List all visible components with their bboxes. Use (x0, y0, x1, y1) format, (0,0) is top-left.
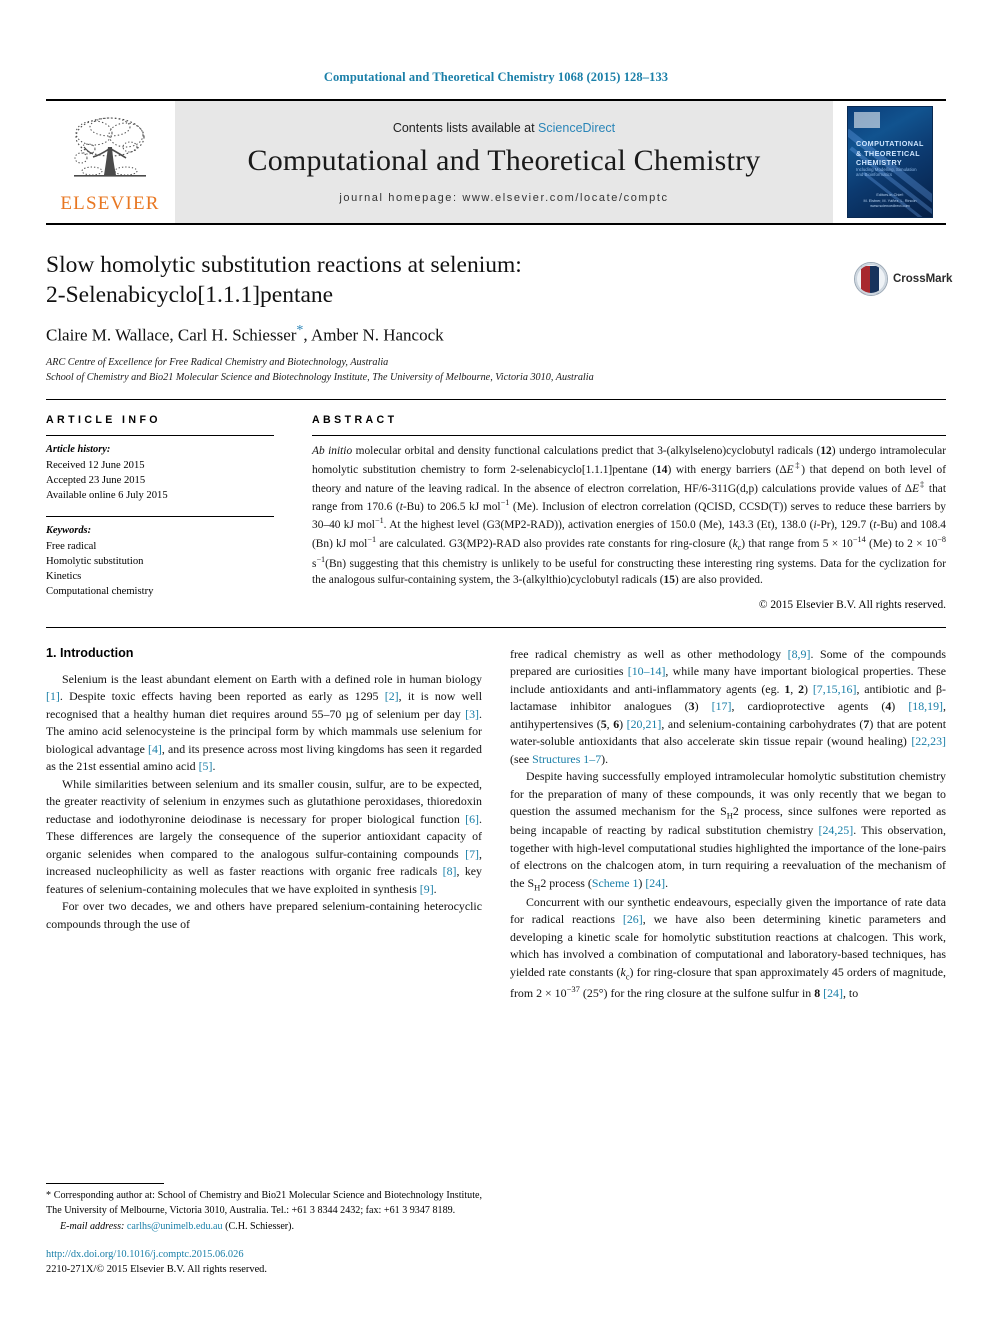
contents-available-line: Contents lists available at ScienceDirec… (393, 121, 615, 135)
citation-link[interactable]: [5] (199, 759, 213, 773)
cover-title: COMPUTATIONAL & THEORETICAL CHEMISTRY (856, 139, 924, 168)
abstract-heading: ABSTRACT (312, 414, 398, 427)
abstract-column: ABSTRACT Ab initio molecular orbital and… (296, 414, 946, 611)
keyword-item: Computational chemistry (46, 586, 154, 598)
paragraph: Selenium is the least abundant element o… (46, 671, 482, 774)
citation-link[interactable]: [26] (623, 912, 643, 926)
footnote-divider (46, 1183, 164, 1185)
figure-link[interactable]: Structures 1–7 (532, 752, 601, 766)
masthead-right: COMPUTATIONAL & THEORETICAL CHEMISTRY In… (834, 101, 946, 223)
citation-link[interactable]: [7,15,16] (813, 682, 857, 696)
corresponding-author-note: * Corresponding author at: School of Che… (46, 1190, 482, 1216)
citation-link[interactable]: [24,25] (819, 823, 854, 837)
email-link[interactable]: carlhs@unimelb.edu.au (127, 1221, 223, 1232)
keywords-label: Keywords: (46, 525, 92, 537)
publisher-logo: ELSEVIER (46, 101, 174, 223)
cover-footer: Editors-in-Chief: M. Elstner, M. Yáñez, … (863, 192, 917, 209)
journal-homepage[interactable]: journal homepage: www.elsevier.com/locat… (339, 192, 668, 204)
contents-prefix: Contents lists available at (392, 120, 539, 135)
article-title-block: CrossMark Slow homolytic substitution re… (46, 251, 952, 386)
citation-link[interactable]: [20,21] (627, 717, 662, 731)
body-columns: 1. Introduction Selenium is the least ab… (46, 646, 946, 1002)
info-abstract-section: ARTICLE INFO Article history: Received 1… (46, 414, 946, 611)
citation-link[interactable]: [1] (46, 689, 60, 703)
keyword-item: Free radical (46, 541, 97, 553)
divider-above-body (46, 626, 946, 628)
paragraph: Concurrent with our synthetic endeavours… (510, 894, 946, 1000)
crossmark-icon (854, 262, 888, 296)
body-column-left: 1. Introduction Selenium is the least ab… (46, 646, 482, 1002)
citation-link[interactable]: [9] (420, 882, 434, 896)
email-owner: (C.H. Schiesser). (225, 1220, 295, 1232)
sciencedirect-link[interactable]: ScienceDirect (538, 121, 615, 135)
paragraph: free radical chemistry as well as other … (510, 646, 946, 766)
elsevier-wordmark: ELSEVIER (60, 193, 160, 214)
journal-title: Computational and Theoretical Chemistry (247, 143, 761, 177)
crossmark-badge[interactable]: CrossMark (854, 253, 952, 305)
history-available-online: Available online 6 July 2015 (46, 490, 168, 502)
affiliation-2: School of Chemistry and Bio21 Molecular … (46, 372, 594, 384)
doi-block: http://dx.doi.org/10.1016/j.comptc.2015.… (46, 1247, 482, 1277)
history-accepted: Accepted 23 June 2015 (46, 475, 146, 487)
keywords-block: Keywords: Free radical Homolytic substit… (46, 524, 274, 599)
page-title: Slow homolytic substitution reactions at… (46, 251, 736, 310)
citation-link[interactable]: [8,9] (788, 647, 811, 661)
section-heading-introduction: 1. Introduction (46, 645, 134, 660)
paragraph: While similarities between selenium and … (46, 776, 482, 896)
history-received: Received 12 June 2015 (46, 460, 145, 472)
issn-copyright: 2210-271X/© 2015 Elsevier B.V. All right… (46, 1263, 267, 1275)
paper-page: Computational and Theoretical Chemistry … (0, 0, 992, 1323)
article-history: Article history: Received 12 June 2015 A… (46, 443, 274, 503)
journal-masthead: ELSEVIER Contents lists available at Sci… (46, 99, 946, 225)
keyword-item: Kinetics (46, 571, 82, 583)
authors-post: , Amber N. Hancock (303, 325, 444, 345)
citation-link[interactable]: [4] (148, 742, 162, 756)
doi-link[interactable]: http://dx.doi.org/10.1016/j.comptc.2015.… (46, 1249, 244, 1260)
citation-link[interactable]: [3] (465, 707, 479, 721)
citation-link[interactable]: [6] (465, 812, 479, 826)
citation-link[interactable]: [10–14] (628, 664, 666, 678)
elsevier-tree-icon (64, 113, 156, 193)
citation-link[interactable]: [18,19] (908, 699, 943, 713)
author-list: Claire M. Wallace, Carl H. Schiesser*, A… (46, 323, 946, 346)
masthead-center: Contents lists available at ScienceDirec… (174, 101, 834, 223)
citation-link[interactable]: [24] (823, 986, 843, 1000)
keyword-item: Homolytic substitution (46, 556, 144, 568)
title-line-2: 2-Selenabicyclo[1.1.1]pentane (46, 281, 334, 308)
paragraph: For over two decades, we and others have… (46, 899, 482, 931)
citation-link[interactable]: [7] (465, 847, 479, 861)
title-line-1: Slow homolytic substitution reactions at… (46, 252, 522, 278)
email-note: E-mail address: carlhs@unimelb.edu.au (C… (46, 1221, 482, 1232)
paragraph: Despite having successfully employed int… (510, 769, 946, 893)
citation-link[interactable]: [17] (712, 699, 732, 713)
running-head: Computational and Theoretical Chemistry … (323, 70, 669, 84)
footnote-block: * Corresponding author at: School of Che… (46, 1183, 482, 1277)
citation-link[interactable]: [2] (385, 689, 399, 703)
affiliation-1: ARC Centre of Excellence for Free Radica… (46, 356, 389, 368)
citation-link[interactable]: [8] (443, 864, 457, 878)
cover-elsevier-mark (854, 112, 880, 128)
divider-above-info (46, 399, 946, 401)
body-column-right: free radical chemistry as well as other … (510, 646, 946, 1002)
article-info-column: ARTICLE INFO Article history: Received 1… (46, 414, 296, 611)
scheme-link[interactable]: Scheme 1 (592, 876, 639, 890)
email-label: E-mail address: (60, 1220, 125, 1232)
crossmark-label: CrossMark (893, 273, 953, 285)
authors-pre: Claire M. Wallace, Carl H. Schiesser (46, 325, 297, 345)
citation-link[interactable]: [24] (645, 876, 665, 890)
citation-link[interactable]: [22,23] (911, 734, 946, 748)
affiliations: ARC Centre of Excellence for Free Radica… (46, 355, 946, 386)
abstract-copyright: © 2015 Elsevier B.V. All rights reserved… (758, 598, 946, 611)
history-label: Article history: (46, 444, 111, 456)
abstract-text: Ab initio molecular orbital and density … (312, 445, 947, 587)
journal-cover-thumbnail: COMPUTATIONAL & THEORETICAL CHEMISTRY In… (847, 106, 933, 218)
article-info-heading: ARTICLE INFO (46, 414, 161, 427)
cover-subtitle: Including Modelling, Simulation and Bioi… (856, 167, 917, 177)
